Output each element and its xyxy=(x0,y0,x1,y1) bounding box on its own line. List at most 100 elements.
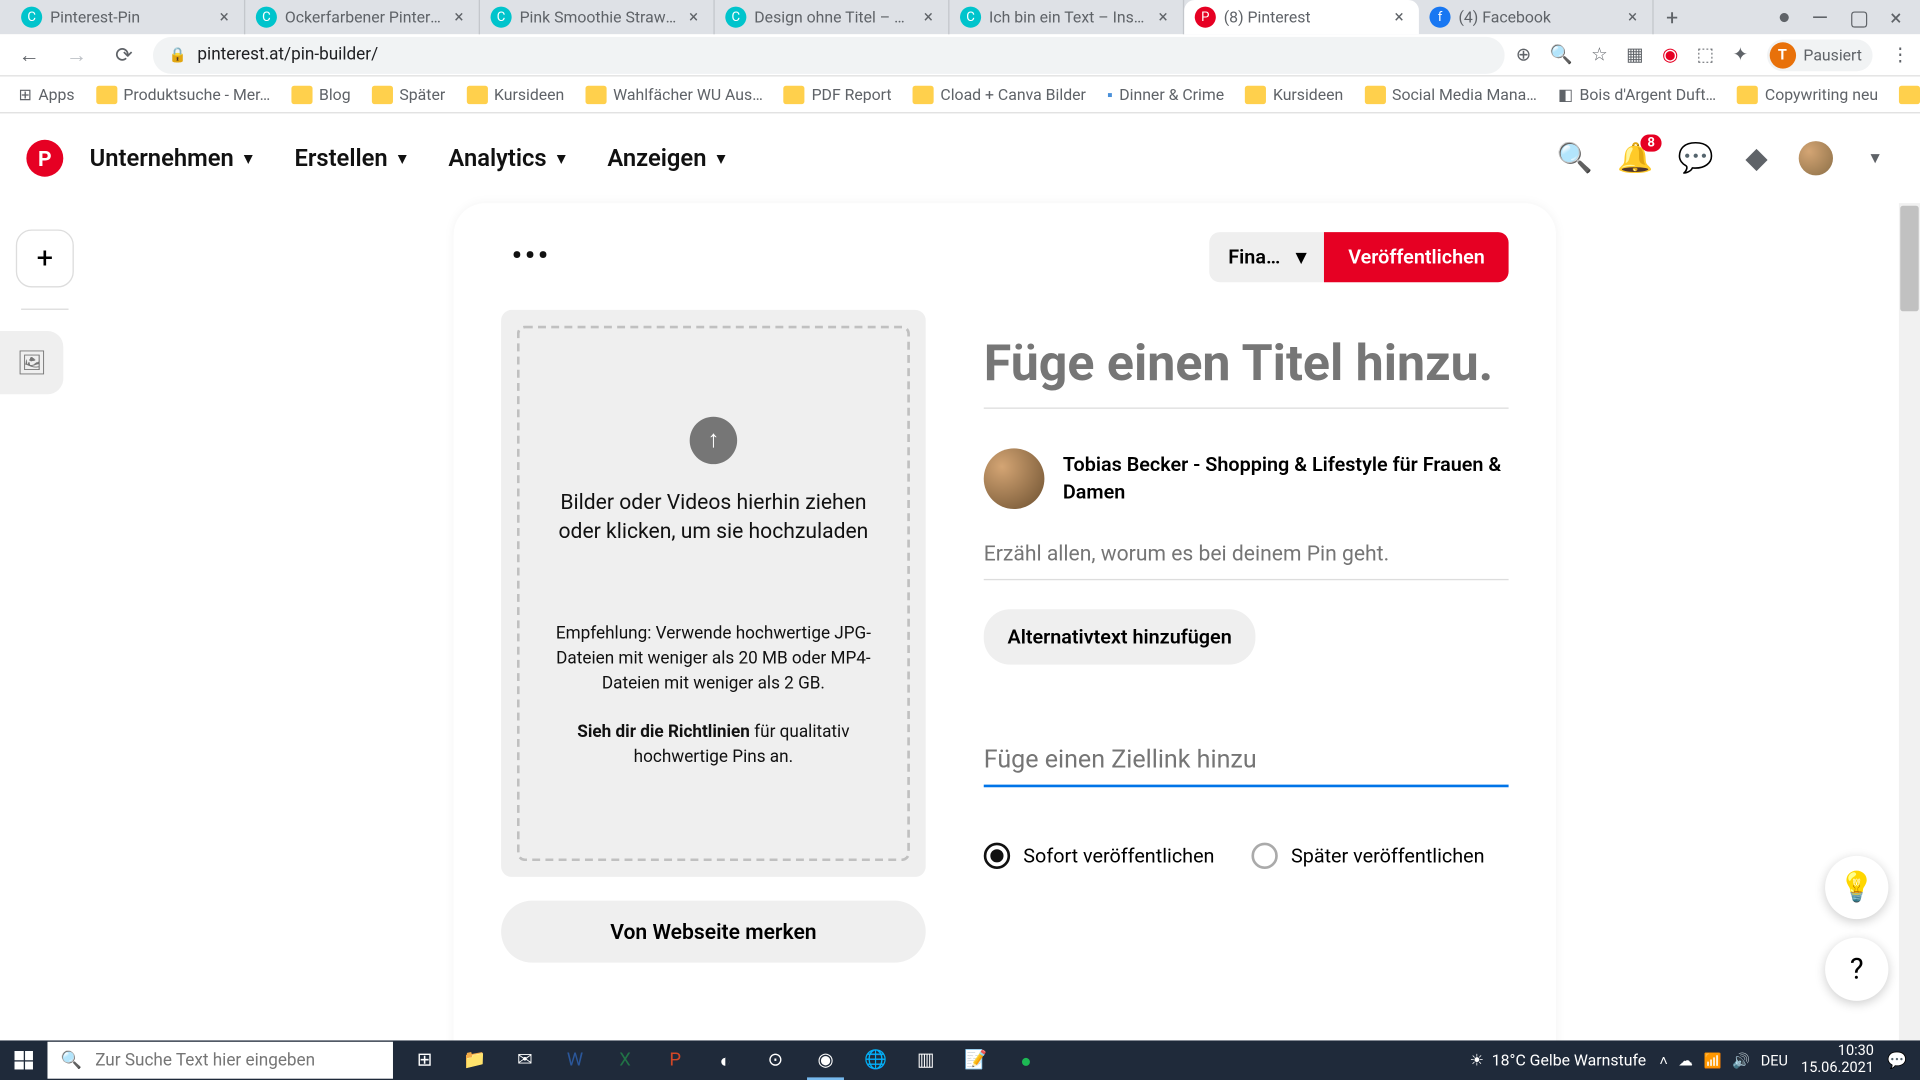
close-window-icon[interactable]: × xyxy=(1890,5,1901,30)
word-icon[interactable]: W xyxy=(551,1040,598,1080)
file-explorer-icon[interactable]: 📁 xyxy=(451,1040,498,1080)
draft-thumbnail[interactable]: 🖼 xyxy=(0,331,63,394)
language-indicator[interactable]: DEU xyxy=(1761,1052,1788,1069)
nav-erstellen[interactable]: Erstellen▾ xyxy=(279,134,422,183)
address-bar[interactable]: 🔒 pinterest.at/pin-builder/ xyxy=(153,36,1505,73)
title-input[interactable]: Füge einen Titel hinzu. xyxy=(984,336,1509,408)
notification-center-icon[interactable]: 💬 xyxy=(1887,1051,1907,1069)
bookmark-folder[interactable]: Videokurs Ideen xyxy=(1891,82,1920,106)
ideas-button[interactable]: 💡 xyxy=(1825,856,1888,919)
vertical-scrollbar[interactable] xyxy=(1899,203,1920,1080)
folder-icon xyxy=(466,85,487,103)
bookmark-folder[interactable]: PDF Report xyxy=(776,82,900,106)
account-icon[interactable]: ● xyxy=(1778,4,1791,30)
extensions-menu-icon[interactable]: ✦ xyxy=(1733,44,1748,65)
browser-tab[interactable]: f(4) Facebook× xyxy=(1419,0,1654,34)
browser-tab[interactable]: COckerfarbener Pinterest-Pin Rei× xyxy=(245,0,480,34)
bookmark-item[interactable]: ▪Dinner & Crime xyxy=(1099,82,1232,106)
user-avatar[interactable] xyxy=(1799,141,1833,175)
pinterest-logo[interactable]: P xyxy=(26,140,63,177)
bookmark-folder[interactable]: Copywriting neu xyxy=(1729,82,1886,106)
chrome-icon[interactable]: ◉ xyxy=(802,1040,849,1080)
bookmark-folder[interactable]: Später xyxy=(364,82,453,106)
excel-icon[interactable]: X xyxy=(601,1040,648,1080)
board-selector[interactable]: Fina… ▾ xyxy=(1210,231,1325,281)
clock[interactable]: 10:30 15.06.2021 xyxy=(1801,1044,1874,1077)
scrollbar-thumb[interactable] xyxy=(1900,206,1918,311)
nav-unternehmen[interactable]: Unternehmen▾ xyxy=(74,134,268,183)
tab-close-icon[interactable]: × xyxy=(1390,8,1408,26)
updates-icon[interactable]: ◆ xyxy=(1738,140,1775,177)
qr-icon[interactable]: ▦ xyxy=(1626,44,1643,65)
browser-tab[interactable]: CPinterest-Pin× xyxy=(11,0,246,34)
bookmark-folder[interactable]: Kursideen xyxy=(1237,82,1351,106)
alt-text-button[interactable]: Alternativtext hinzufügen xyxy=(984,609,1256,664)
forward-button[interactable]: → xyxy=(58,36,95,73)
tab-close-icon[interactable]: × xyxy=(1623,8,1641,26)
notifications-icon[interactable]: 🔔8 xyxy=(1617,140,1654,177)
destination-link-input[interactable] xyxy=(984,743,1509,787)
browser-tab[interactable]: CPink Smoothie Strawberry Pinte× xyxy=(480,0,715,34)
pinterest-ext-icon[interactable]: ◉ xyxy=(1662,44,1678,65)
bookmark-item[interactable]: ◧Bois d'Argent Duft… xyxy=(1550,82,1724,106)
maximize-icon[interactable]: ▢ xyxy=(1849,5,1869,30)
task-view-icon[interactable]: ⊞ xyxy=(401,1040,448,1080)
save-from-web-button[interactable]: Von Webseite merken xyxy=(501,901,926,963)
bookmark-folder[interactable]: Produktsuche - Mer… xyxy=(88,82,278,106)
back-button[interactable]: ← xyxy=(11,36,48,73)
publish-button[interactable]: Veröffentlichen xyxy=(1325,231,1509,281)
browser-tab[interactable]: CIch bin ein Text – Instagram-Beit× xyxy=(949,0,1184,34)
messages-icon[interactable]: 💬 xyxy=(1677,140,1714,177)
onedrive-icon[interactable]: ☁ xyxy=(1678,1052,1693,1069)
volume-icon[interactable]: 🔊 xyxy=(1732,1052,1750,1069)
tab-close-icon[interactable]: × xyxy=(684,8,702,26)
tab-close-icon[interactable]: × xyxy=(215,8,233,26)
rules-link[interactable]: Sieh dir die Richtlinien xyxy=(577,722,750,742)
bookmark-star-icon[interactable]: ☆ xyxy=(1591,44,1608,65)
account-menu-chevron[interactable]: ▾ xyxy=(1857,140,1894,177)
description-input[interactable] xyxy=(984,540,1509,580)
browser-tab[interactable]: CDesign ohne Titel – Pinterest Pin× xyxy=(715,0,950,34)
nav-anzeigen[interactable]: Anzeigen▾ xyxy=(592,134,741,183)
tab-close-icon[interactable]: × xyxy=(919,8,937,26)
app-icon[interactable]: ◐ xyxy=(702,1040,749,1080)
browser-tab-active[interactable]: P(8) Pinterest× xyxy=(1184,0,1419,34)
bookmark-folder[interactable]: Social Media Mana… xyxy=(1356,82,1544,106)
bookmark-folder[interactable]: Blog xyxy=(283,82,358,106)
minimize-icon[interactable]: — xyxy=(1812,5,1828,30)
taskbar-search[interactable]: 🔍Zur Suche Text hier eingeben xyxy=(47,1042,392,1079)
extension-icon[interactable]: ⬚ xyxy=(1697,44,1714,65)
profile-chip[interactable]: T Pausiert xyxy=(1767,39,1873,71)
app-icon[interactable]: ▥ xyxy=(902,1040,949,1080)
author-avatar[interactable] xyxy=(984,448,1045,509)
edge-icon[interactable]: 🌐 xyxy=(852,1040,899,1080)
powerpoint-icon[interactable]: P xyxy=(651,1040,698,1080)
spotify-icon[interactable]: ● xyxy=(1002,1040,1049,1080)
menu-dots-icon[interactable]: ⋮ xyxy=(1891,44,1909,65)
help-button[interactable]: ? xyxy=(1825,938,1888,1001)
start-button[interactable] xyxy=(0,1040,47,1080)
nav-analytics[interactable]: Analytics▾ xyxy=(433,134,581,183)
search-icon[interactable]: 🔍 xyxy=(1556,140,1593,177)
zoom-icon[interactable]: 🔍 xyxy=(1550,44,1573,65)
reload-button[interactable]: ⟳ xyxy=(105,36,142,73)
obs-icon[interactable]: ⊙ xyxy=(752,1040,799,1080)
add-pin-button[interactable]: + xyxy=(16,229,74,287)
tray-chevron-icon[interactable]: ˄ xyxy=(1659,1052,1667,1069)
tab-close-icon[interactable]: × xyxy=(450,8,468,26)
notepad-icon[interactable]: 📝 xyxy=(952,1040,999,1080)
bookmark-folder[interactable]: Wahlfächer WU Aus… xyxy=(577,82,770,106)
new-tab-button[interactable]: + xyxy=(1654,0,1691,34)
tab-close-icon[interactable]: × xyxy=(1154,8,1172,26)
wifi-icon[interactable]: 📶 xyxy=(1703,1052,1721,1069)
mail-icon[interactable]: ✉ xyxy=(501,1040,548,1080)
radio-publish-later[interactable]: Später veröffentlichen xyxy=(1251,842,1484,868)
bookmark-folder[interactable]: Cload + Canva Bilder xyxy=(905,82,1094,106)
radio-publish-now[interactable]: Sofort veröffentlichen xyxy=(984,842,1215,868)
more-options-icon[interactable]: ••• xyxy=(501,229,561,283)
install-icon[interactable]: ⊕ xyxy=(1516,44,1531,65)
upload-dropzone[interactable]: ↑ Bilder oder Videos hierhin ziehen oder… xyxy=(501,310,926,877)
bookmark-folder[interactable]: Kursideen xyxy=(458,82,572,106)
apps-shortcut[interactable]: ⊞Apps xyxy=(11,82,83,106)
weather-widget[interactable]: ☀18°C Gelbe Warnstufe xyxy=(1470,1051,1647,1069)
